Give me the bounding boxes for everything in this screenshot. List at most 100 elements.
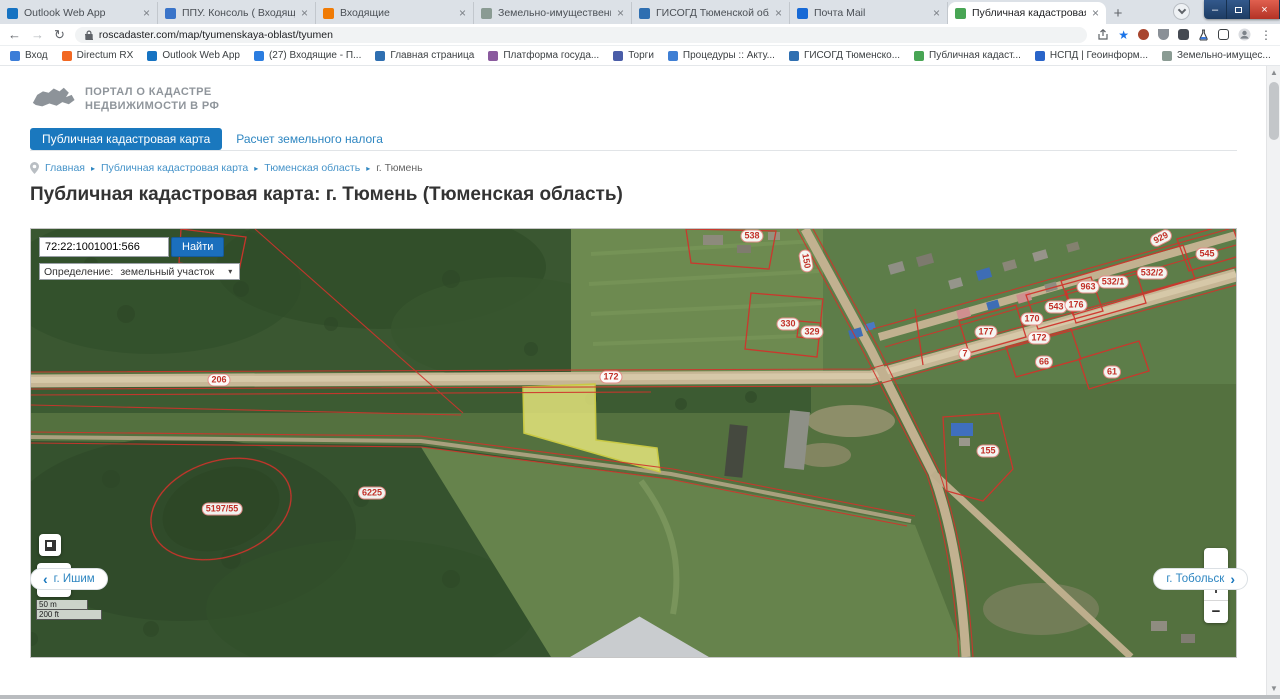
zoom-out-button[interactable]: − <box>1204 601 1228 623</box>
outlook-favicon <box>7 7 18 19</box>
bookmark-favicon <box>488 50 499 61</box>
tab-close-icon[interactable]: × <box>301 7 308 19</box>
bookmark-item[interactable]: Вход <box>10 50 48 61</box>
tab-close-icon[interactable]: × <box>143 7 150 19</box>
tab-title: ППУ. Консоль ( Входящие ) <box>182 7 295 19</box>
browser-tab[interactable]: Публичная кадастровая карта × <box>948 2 1106 24</box>
bookmark-favicon <box>147 50 158 61</box>
browser-tab[interactable]: ППУ. Консоль ( Входящие ) × <box>158 2 316 24</box>
bookmark-item[interactable]: НСПД | Геоинформ... <box>1034 50 1148 61</box>
overview-map-button[interactable] <box>39 534 61 556</box>
chevron-down-icon: ▾ <box>228 267 233 276</box>
next-city-button[interactable]: г. Тобольск › <box>1153 568 1248 590</box>
window-controls: – × <box>1204 0 1280 19</box>
scrollbar-thumb[interactable] <box>1269 82 1279 140</box>
definition-select[interactable]: земельный участок ▾ <box>117 266 235 278</box>
extension-icon-shield[interactable] <box>1158 29 1169 40</box>
breadcrumb-link[interactable]: Тюменская область <box>264 162 360 174</box>
toolbar-icons: ★ ⋮ <box>1097 28 1272 42</box>
tab-close-icon[interactable]: × <box>775 7 782 19</box>
russia-map-icon <box>32 87 75 107</box>
tab-close-icon[interactable]: × <box>617 7 624 19</box>
bookmark-label: Платформа госуда... <box>503 50 600 61</box>
chevron-left-icon: ‹ <box>43 571 48 587</box>
browser-tab[interactable]: Почта Mail × <box>790 2 948 24</box>
browser-tab[interactable]: Outlook Web App × <box>0 2 158 24</box>
tabs-container: Outlook Web App×ППУ. Консоль ( Входящие … <box>0 2 1106 24</box>
bookmark-favicon <box>375 50 386 61</box>
bookmark-item[interactable]: Outlook Web App <box>147 50 240 61</box>
forward-icon[interactable]: → <box>31 28 44 41</box>
bookmark-favicon <box>914 50 925 61</box>
bookmark-item[interactable]: Публичная кадаст... <box>914 50 1021 61</box>
taskbar-edge <box>0 695 1280 699</box>
scroll-up-icon[interactable]: ▲ <box>1267 66 1280 79</box>
breadcrumb-link[interactable]: Публичная кадастровая карта <box>101 162 248 174</box>
page-scrollbar[interactable]: ▲ ▼ <box>1266 66 1280 695</box>
bookmark-star-icon[interactable]: ★ <box>1118 28 1129 42</box>
browser-window: Outlook Web App×ППУ. Консоль ( Входящие … <box>0 0 1280 699</box>
bookmark-item[interactable]: Главная страница <box>375 50 474 61</box>
cadastral-map[interactable]: 12206172538150330329929545532/2532/19635… <box>30 228 1237 658</box>
back-icon[interactable]: ← <box>8 28 21 41</box>
breadcrumb-items: Главная ▸ Публичная кадастровая карта ▸ Тюме… <box>45 162 423 174</box>
tab-close-icon[interactable]: × <box>1092 7 1099 19</box>
prev-city-label: г. Ишим <box>53 573 95 585</box>
browser-tab[interactable]: Земельно-имущественный ком × <box>474 2 632 24</box>
tab-public-cadastral-map[interactable]: Публичная кадастровая карта <box>30 128 223 150</box>
layers-icon <box>570 616 709 657</box>
address-bar[interactable]: roscadaster.com/map/tyumenskaya-oblast/t… <box>74 26 1088 43</box>
new-tab-button[interactable]: + <box>1106 2 1130 24</box>
tab-title: Земельно-имущественный ком <box>498 7 611 19</box>
prev-city-button[interactable]: ‹ г. Ишим <box>30 568 108 590</box>
restore-button[interactable] <box>1227 0 1250 19</box>
bookmark-label: Земельно-имущес... <box>1177 50 1271 61</box>
overview-map-icon <box>44 539 56 551</box>
definition-value: земельный участок <box>120 265 215 278</box>
tab-land-tax-calc[interactable]: Расчет земельного налога <box>236 128 383 146</box>
close-button[interactable]: × <box>1250 0 1280 19</box>
cadastral-number-input[interactable] <box>39 237 169 257</box>
breadcrumb-link[interactable]: Главная <box>45 162 85 174</box>
bookmark-label: Торги <box>628 50 654 61</box>
reload-icon[interactable]: ↻ <box>54 28 65 41</box>
extension-icon-puzzle[interactable] <box>1178 29 1189 40</box>
bookmark-item[interactable]: Земельно-имущес... <box>1162 50 1271 61</box>
tab-close-icon[interactable]: × <box>459 7 466 19</box>
breadcrumb-separator-icon: ▸ <box>90 163 95 173</box>
browser-menu-icon[interactable]: ⋮ <box>1260 28 1272 42</box>
profile-avatar-icon[interactable] <box>1238 28 1251 41</box>
scale-meters: 50 m <box>36 600 88 610</box>
scroll-down-icon[interactable]: ▼ <box>1267 682 1280 695</box>
tab-title: ГИСОГД Тюменской области <box>656 7 769 19</box>
minimize-button[interactable]: – <box>1204 0 1227 19</box>
browser-tab[interactable]: Входящие × <box>316 2 474 24</box>
bookmark-item[interactable]: ГИСОГД Тюменско... <box>788 50 900 61</box>
definition-filter[interactable]: Определение: земельный участок ▾ <box>39 263 241 280</box>
tab-close-icon[interactable]: × <box>933 7 940 19</box>
extension-icon-red[interactable] <box>1138 29 1149 40</box>
bookmark-item[interactable]: Платформа госуда... <box>488 50 599 61</box>
inbox-favicon <box>323 7 334 19</box>
extension-icon-frame[interactable] <box>1218 29 1229 40</box>
extension-icon-flask[interactable] <box>1198 28 1209 41</box>
bookmark-item[interactable]: Торги <box>613 50 654 61</box>
url-text: roscadaster.com/map/tyumenskaya-oblast/t… <box>98 28 333 41</box>
breadcrumb-link[interactable]: г. Тюмень <box>376 162 422 174</box>
pkk-favicon <box>955 7 966 19</box>
breadcrumb-separator-icon: ▸ <box>254 163 259 173</box>
bookmark-item[interactable]: (27) Входящие - П... <box>253 50 361 61</box>
map-search-button[interactable]: Найти <box>171 237 225 257</box>
bookmark-favicon <box>1162 50 1173 61</box>
tab-dropdown-button[interactable] <box>1173 3 1190 20</box>
share-icon[interactable] <box>1097 28 1109 41</box>
map-search: Найти <box>39 237 225 257</box>
bookmarks-bar: Вход Directum RX Outlook Web App (27) Входя… <box>0 46 1280 66</box>
site-logo[interactable]: ПОРТАЛ О КАДАСТРЕ НЕДВИЖИМОСТИ В РФ <box>30 84 219 113</box>
bookmark-item[interactable]: Процедуры :: Акту... <box>667 50 775 61</box>
pin-icon <box>30 162 39 174</box>
bookmark-item[interactable]: Directum RX <box>61 50 133 61</box>
tab-title: Публичная кадастровая карта <box>972 7 1086 19</box>
browser-tab[interactable]: ГИСОГД Тюменской области × <box>632 2 790 24</box>
logo-text: ПОРТАЛ О КАДАСТРЕ НЕДВИЖИМОСТИ В РФ <box>85 85 219 113</box>
